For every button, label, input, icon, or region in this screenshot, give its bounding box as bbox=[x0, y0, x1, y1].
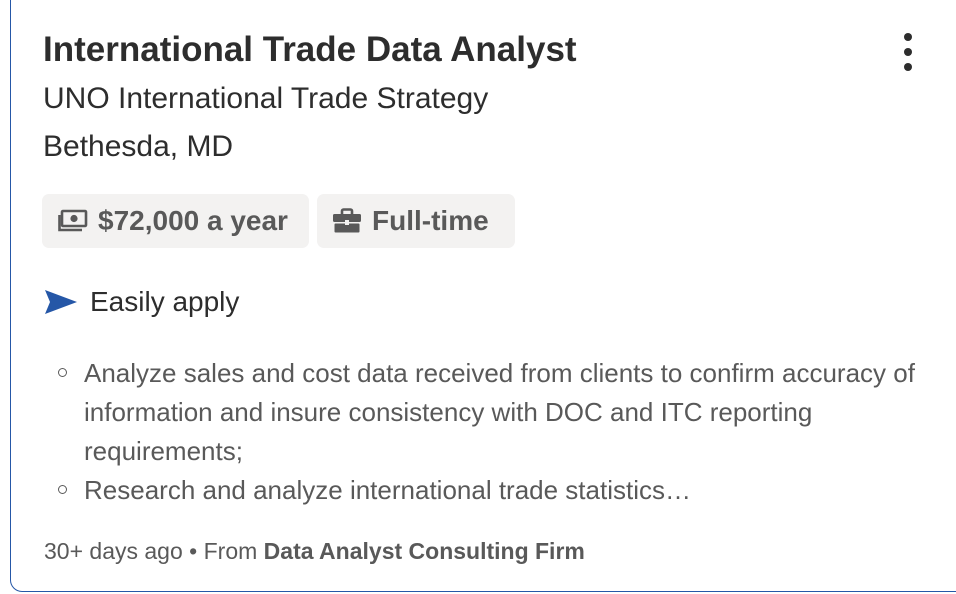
salary-badge: $72,000 a year bbox=[42, 194, 309, 248]
posted-age: 30+ days ago bbox=[44, 538, 183, 564]
more-options-icon bbox=[904, 33, 912, 41]
separator: • bbox=[189, 538, 198, 564]
from-label: From bbox=[203, 538, 258, 564]
more-options-icon-dot bbox=[904, 48, 912, 56]
job-title[interactable]: International Trade Data Analyst bbox=[43, 28, 577, 72]
more-options-icon-dot bbox=[904, 63, 912, 71]
bullet-icon bbox=[58, 485, 67, 494]
job-location: Bethesda, MD bbox=[43, 130, 234, 163]
money-icon bbox=[58, 209, 88, 233]
snippet-text: Research and analyze international trade… bbox=[84, 475, 691, 505]
job-snippet: Analyze sales and cost data received fro… bbox=[56, 354, 916, 510]
briefcase-icon bbox=[333, 208, 361, 234]
send-arrow-icon bbox=[44, 289, 78, 315]
source-firm: Data Analyst Consulting Firm bbox=[263, 538, 585, 564]
snippet-text: Analyze sales and cost data received fro… bbox=[84, 358, 915, 466]
easily-apply-label: Easily apply bbox=[90, 286, 240, 317]
easily-apply-indicator: Easily apply bbox=[44, 282, 239, 322]
job-footer: 30+ days ago • From Data Analyst Consult… bbox=[44, 534, 585, 568]
salary-label: $72,000 a year bbox=[98, 205, 288, 236]
company-name: UNO International Trade Strategy bbox=[43, 82, 489, 115]
list-item: Analyze sales and cost data received fro… bbox=[56, 354, 916, 471]
list-item: Research and analyze international trade… bbox=[56, 471, 916, 510]
job-type-label: Full-time bbox=[372, 205, 489, 236]
job-type-badge: Full-time bbox=[317, 194, 515, 248]
bullet-icon bbox=[58, 368, 67, 377]
more-options-button[interactable] bbox=[893, 30, 923, 74]
